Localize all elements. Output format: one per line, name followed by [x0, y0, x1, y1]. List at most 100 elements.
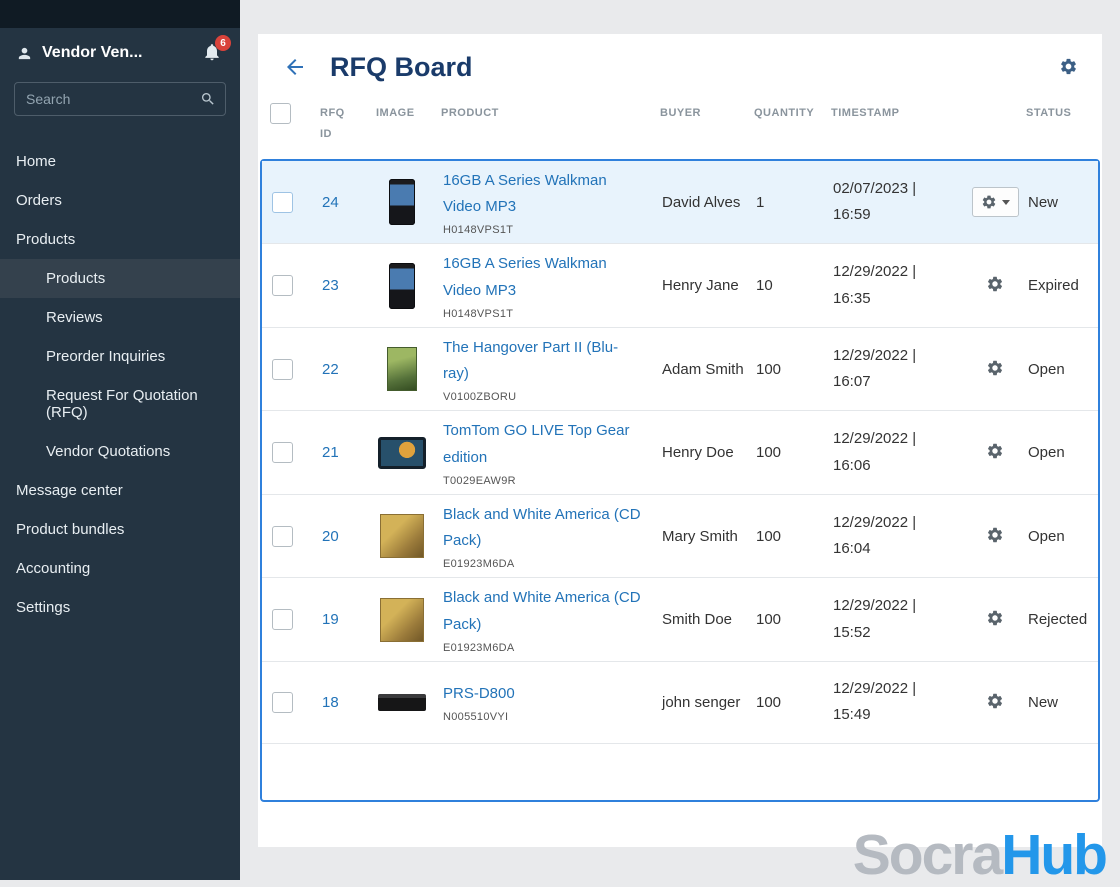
gear-icon — [986, 692, 1004, 710]
main-area: RFQ Board RFQ ID IMAGE PRODUCT BUYER QUA… — [240, 0, 1120, 884]
table-row: 22 The Hangover Part II (Blu-ray) V0100Z… — [262, 328, 1098, 412]
sidebar: Vendor Ven... 6 Home Orders Products Pro… — [0, 0, 240, 880]
vendor-name[interactable]: Vendor Ven... — [42, 44, 193, 62]
row-actions-button[interactable] — [984, 357, 1006, 382]
product-thumbnail-walkman[interactable] — [389, 262, 415, 309]
table-row: 24 16GB A Series Walkman Video MP3 H0148… — [262, 160, 1098, 245]
gear-icon — [986, 275, 1004, 293]
product-link[interactable]: The Hangover Part II (Blu-ray) — [443, 335, 642, 388]
quantity-value: 100 — [756, 444, 782, 462]
sidebar-subitem-preorder-inquiries[interactable]: Preorder Inquiries — [0, 337, 240, 376]
row-checkbox[interactable] — [272, 275, 293, 297]
rfq-id-link[interactable]: 19 — [306, 611, 364, 628]
timestamp-value: 12/29/2022 | 15:49 — [833, 680, 917, 724]
product-code: H0148VPS1T — [443, 224, 514, 237]
product-thumbnail-walkman[interactable] — [389, 179, 415, 226]
quantity-value: 10 — [756, 277, 773, 295]
buyer-name: Mary Smith — [662, 527, 738, 545]
row-checkbox[interactable] — [272, 191, 293, 213]
rfq-id-link[interactable]: 22 — [306, 361, 364, 378]
rfq-id-link[interactable]: 21 — [306, 444, 364, 461]
product-thumbnail-bluray[interactable] — [387, 347, 417, 392]
back-arrow-icon — [283, 55, 307, 79]
sidebar-subitem-reviews[interactable]: Reviews — [0, 298, 240, 337]
column-header-status: STATUS — [1026, 107, 1072, 119]
product-thumbnail-tomtom[interactable] — [378, 436, 426, 469]
status-value: Open — [1028, 527, 1065, 545]
product-link[interactable]: PRS-D800 — [443, 681, 642, 707]
column-header-image: IMAGE — [376, 107, 415, 119]
status-value: Rejected — [1028, 611, 1088, 629]
product-link[interactable]: Black and White America (CD Pack) — [443, 502, 642, 555]
gear-icon — [986, 526, 1004, 544]
person-icon — [16, 45, 33, 62]
sidebar-item-products[interactable]: Products — [0, 220, 240, 259]
sidebar-item-settings[interactable]: Settings — [0, 588, 240, 627]
quantity-value: 100 — [756, 693, 782, 711]
rfq-id-link[interactable]: 20 — [306, 528, 364, 545]
timestamp-value: 12/29/2022 | 16:35 — [833, 263, 917, 307]
vendor-header: Vendor Ven... 6 — [0, 28, 240, 76]
product-code: T0029EAW9R — [443, 474, 516, 487]
products-subnav: Products Reviews Preorder Inquiries Requ… — [0, 259, 240, 471]
rfq-id-link[interactable]: 23 — [306, 277, 364, 294]
sidebar-item-orders[interactable]: Orders — [0, 181, 240, 220]
rfq-id-link[interactable]: 24 — [306, 194, 364, 211]
gear-icon — [986, 442, 1004, 460]
status-value: Expired — [1028, 277, 1079, 295]
timestamp-value: 12/29/2022 | 16:04 — [833, 513, 917, 558]
sidebar-subitem-rfq[interactable]: Request For Quotation (RFQ) — [0, 376, 240, 432]
timestamp-value: 12/29/2022 | 15:52 — [833, 597, 917, 641]
row-checkbox[interactable] — [272, 525, 293, 547]
product-link[interactable]: Black and White America (CD Pack) — [443, 585, 642, 638]
product-code: V0100ZBORU — [443, 391, 517, 404]
sidebar-subitem-products[interactable]: Products — [0, 259, 240, 298]
sidebar-item-accounting[interactable]: Accounting — [0, 549, 240, 588]
timestamp-value: 02/07/2023 | 16:59 — [833, 179, 917, 224]
row-checkbox[interactable] — [272, 691, 293, 713]
page-settings-button[interactable] — [1059, 57, 1078, 79]
table-row: 20 Black and White America (CD Pack) E01… — [262, 495, 1098, 579]
product-thumbnail-cd[interactable] — [380, 597, 424, 642]
sidebar-item-product-bundles[interactable]: Product bundles — [0, 510, 240, 549]
table-row: 19 Black and White America (CD Pack) E01… — [262, 578, 1098, 662]
product-code: H0148VPS1T — [443, 307, 514, 320]
notifications-button[interactable]: 6 — [202, 35, 231, 64]
select-all-checkbox[interactable] — [270, 103, 291, 124]
search-icon — [200, 91, 216, 107]
sidebar-subitem-vendor-quotations[interactable]: Vendor Quotations — [0, 432, 240, 471]
product-thumbnail-cd[interactable] — [380, 514, 424, 559]
chevron-down-icon — [1001, 199, 1010, 205]
quantity-value: 100 — [756, 611, 782, 629]
row-checkbox[interactable] — [272, 358, 293, 380]
row-checkbox[interactable] — [272, 442, 293, 464]
buyer-name: Smith Doe — [662, 611, 733, 629]
row-actions-button[interactable] — [984, 690, 1006, 715]
row-actions-dropdown-button[interactable] — [971, 187, 1019, 218]
row-actions-button[interactable] — [984, 273, 1006, 298]
sidebar-search — [14, 82, 226, 116]
row-actions-button[interactable] — [984, 440, 1006, 465]
table-header-row: RFQ ID IMAGE PRODUCT BUYER QUANTITY TIME… — [260, 95, 1100, 159]
column-header-buyer: BUYER — [660, 107, 702, 119]
gear-icon — [986, 609, 1004, 627]
search-button[interactable] — [192, 84, 224, 114]
sidebar-item-message-center[interactable]: Message center — [0, 471, 240, 510]
column-header-timestamp: TIMESTAMP — [831, 107, 900, 119]
rfq-id-link[interactable]: 18 — [306, 694, 364, 711]
product-thumbnail-prs[interactable] — [378, 693, 426, 711]
row-actions-button[interactable] — [984, 607, 1006, 632]
product-code: E01923M6DA — [443, 641, 515, 654]
column-header-rfq-id: RFQ ID — [320, 107, 345, 140]
row-actions-button[interactable] — [984, 524, 1006, 549]
rfq-table: 24 16GB A Series Walkman Video MP3 H0148… — [260, 158, 1100, 802]
product-link[interactable]: 16GB A Series Walkman Video MP3 — [443, 251, 642, 304]
column-header-product: PRODUCT — [441, 107, 499, 119]
row-checkbox[interactable] — [272, 609, 293, 631]
back-button[interactable] — [280, 55, 310, 81]
sidebar-item-home[interactable]: Home — [0, 142, 240, 181]
product-link[interactable]: TomTom GO LIVE Top Gear edition — [443, 418, 642, 471]
product-link[interactable]: 16GB A Series Walkman Video MP3 — [443, 168, 642, 221]
notification-badge: 6 — [215, 35, 231, 51]
gear-icon — [1059, 57, 1078, 76]
